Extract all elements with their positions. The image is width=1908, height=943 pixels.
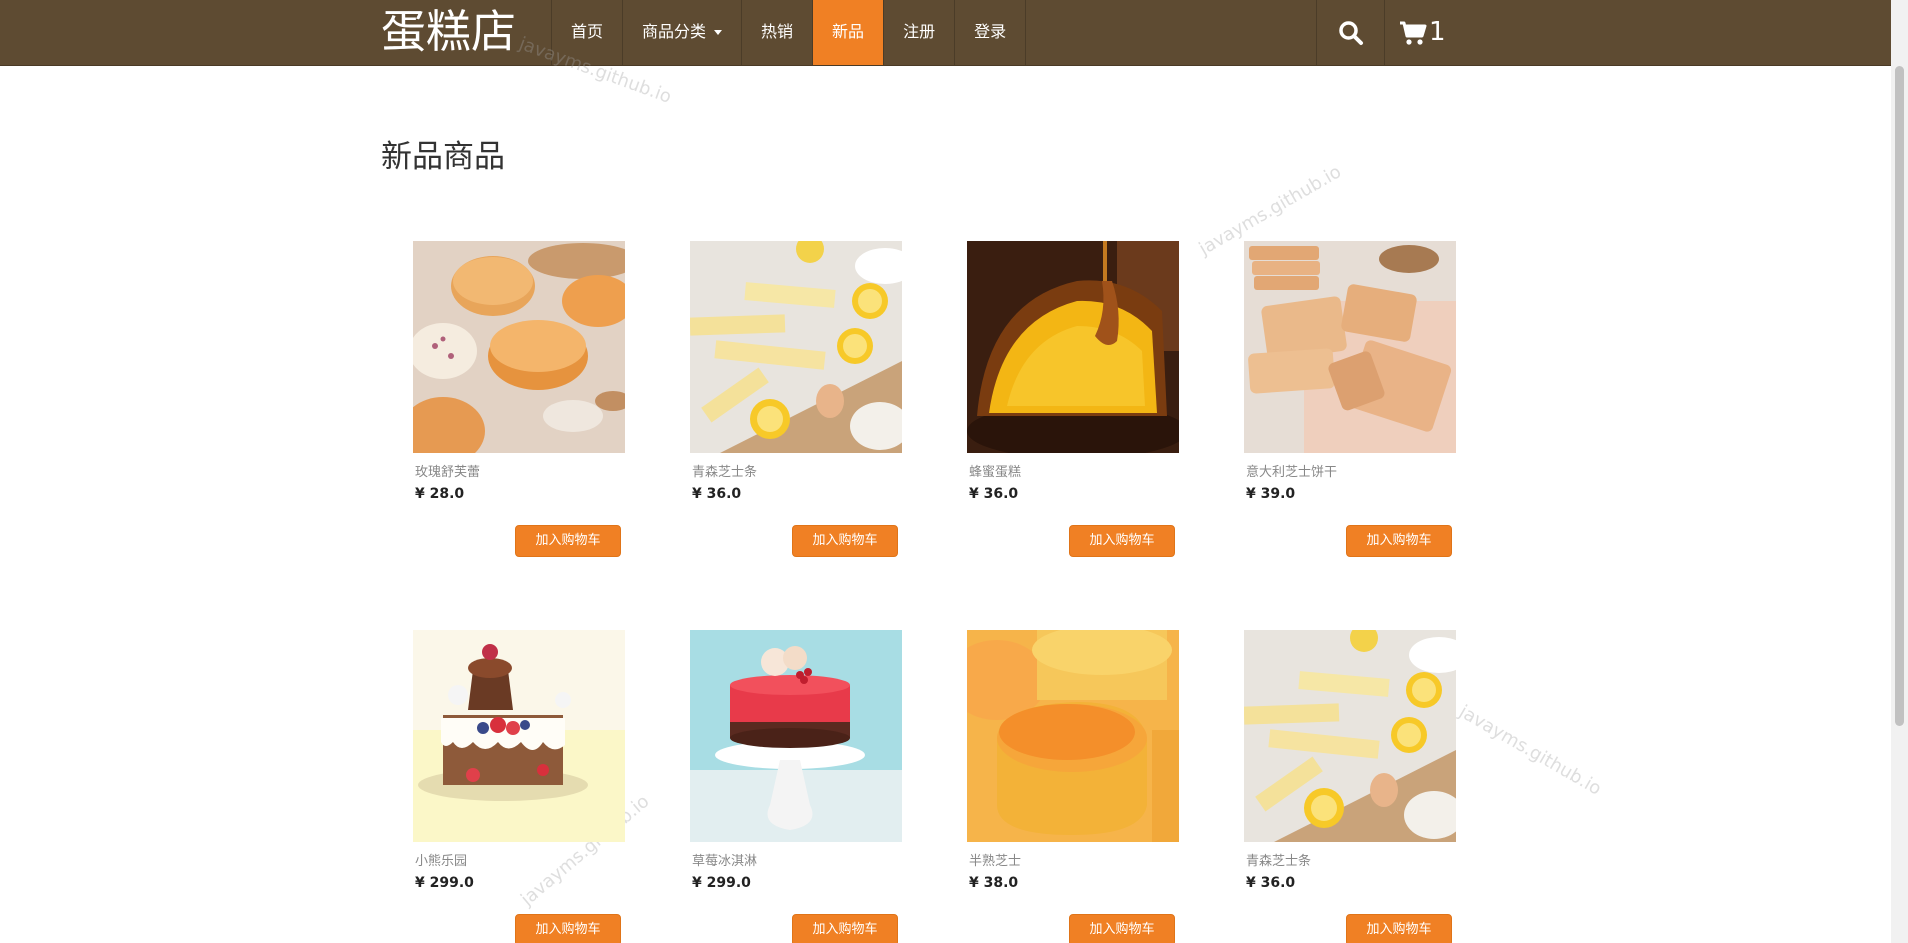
add-to-cart-button[interactable]: 加入购物车 — [792, 525, 898, 557]
product-card: 草莓冰淇淋 ¥ 299.0 加入购物车 — [690, 630, 902, 943]
product-name[interactable]: 青森芝士条 — [1246, 850, 1311, 869]
cart-icon — [1400, 21, 1427, 45]
product-price: ¥ 299.0 — [415, 875, 474, 891]
nav-item-register[interactable]: 注册 — [884, 0, 956, 65]
product-image[interactable] — [967, 630, 1179, 842]
nav-actions: 1 — [1316, 0, 1464, 65]
scrollbar-thumb[interactable] — [1895, 66, 1904, 726]
product-name[interactable]: 蜂蜜蛋糕 — [969, 461, 1021, 480]
product-image[interactable] — [413, 241, 625, 453]
cart-button[interactable]: 1 — [1385, 0, 1464, 65]
product-price: ¥ 36.0 — [969, 486, 1019, 502]
nav-item-categories[interactable]: 商品分类 — [623, 0, 743, 65]
main-nav: 首页 商品分类 热销 新品 注册 登录 — [551, 0, 1027, 65]
product-image[interactable] — [967, 241, 1179, 453]
page: 蛋糕店 首页 商品分类 热销 新品 注册 登录 1 新品商品 javayms.g… — [0, 0, 1908, 943]
search-button[interactable] — [1317, 0, 1385, 65]
product-image[interactable] — [413, 630, 625, 842]
add-to-cart-button[interactable]: 加入购物车 — [792, 914, 898, 943]
product-price: ¥ 36.0 — [692, 486, 742, 502]
product-name[interactable]: 草莓冰淇淋 — [692, 850, 757, 869]
product-card: 半熟芝士 ¥ 38.0 加入购物车 — [967, 630, 1179, 943]
product-card: 蜂蜜蛋糕 ¥ 36.0 加入购物车 — [967, 241, 1179, 557]
product-card: 玫瑰舒芙蕾 ¥ 28.0 加入购物车 — [413, 241, 625, 557]
watermark: javayms.github.io — [1455, 701, 1605, 800]
product-image[interactable] — [690, 630, 902, 842]
search-icon — [1338, 20, 1363, 45]
product-name[interactable]: 意大利芝士饼干 — [1246, 461, 1337, 480]
add-to-cart-button[interactable]: 加入购物车 — [1069, 914, 1175, 943]
product-card: 青森芝士条 ¥ 36.0 加入购物车 — [690, 241, 902, 557]
product-card: 小熊乐园 ¥ 299.0 加入购物车 — [413, 630, 625, 943]
product-price: ¥ 38.0 — [969, 875, 1019, 891]
nav-item-categories-label: 商品分类 — [642, 22, 707, 41]
caret-down-icon — [714, 30, 723, 35]
product-name[interactable]: 青森芝士条 — [692, 461, 757, 480]
product-price: ¥ 39.0 — [1246, 486, 1296, 502]
product-card: 青森芝士条 ¥ 36.0 加入购物车 — [1244, 630, 1456, 943]
cart-count-badge: 1 — [1429, 17, 1446, 47]
product-name[interactable]: 小熊乐园 — [415, 850, 467, 869]
product-price: ¥ 36.0 — [1246, 875, 1296, 891]
page-title: 新品商品 — [381, 139, 505, 175]
nav-item-hot[interactable]: 热销 — [742, 0, 814, 65]
top-navbar: 蛋糕店 首页 商品分类 热销 新品 注册 登录 1 — [0, 0, 1908, 66]
product-image[interactable] — [690, 241, 902, 453]
product-image[interactable] — [1244, 241, 1456, 453]
product-name[interactable]: 玫瑰舒芙蕾 — [415, 461, 480, 480]
brand-logo[interactable]: 蛋糕店 — [381, 4, 516, 60]
add-to-cart-button[interactable]: 加入购物车 — [1346, 914, 1452, 943]
product-name[interactable]: 半熟芝士 — [969, 850, 1021, 869]
product-card: 意大利芝士饼干 ¥ 39.0 加入购物车 — [1244, 241, 1456, 557]
product-price: ¥ 28.0 — [415, 486, 465, 502]
add-to-cart-button[interactable]: 加入购物车 — [515, 914, 621, 943]
product-image[interactable] — [1244, 630, 1456, 842]
add-to-cart-button[interactable]: 加入购物车 — [515, 525, 621, 557]
nav-item-new[interactable]: 新品 — [813, 0, 885, 65]
product-price: ¥ 299.0 — [692, 875, 751, 891]
add-to-cart-button[interactable]: 加入购物车 — [1346, 525, 1452, 557]
nav-item-home[interactable]: 首页 — [552, 0, 624, 65]
nav-item-login[interactable]: 登录 — [955, 0, 1027, 65]
add-to-cart-button[interactable]: 加入购物车 — [1069, 525, 1175, 557]
vertical-scrollbar[interactable] — [1891, 0, 1908, 943]
